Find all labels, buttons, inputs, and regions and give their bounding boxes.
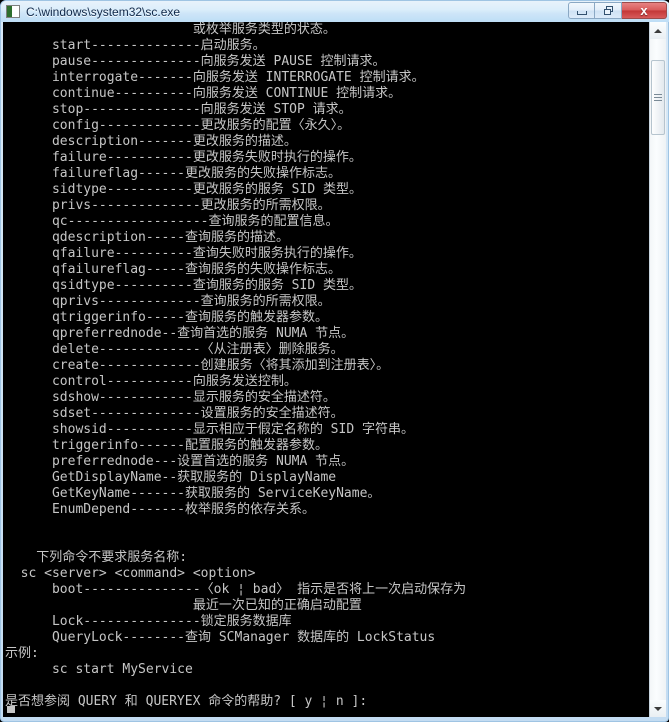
restore-icon — [603, 6, 613, 15]
console-window: C:\windows\system32\sc.exe x 或枚举服务类型的状态。… — [0, 0, 669, 722]
scrollbar-track-lower[interactable] — [650, 135, 666, 700]
restore-button[interactable] — [595, 2, 622, 19]
window-controls: x — [568, 2, 667, 20]
minimize-icon — [576, 11, 587, 15]
scroll-up-button[interactable] — [650, 22, 666, 39]
title-bar[interactable]: C:\windows\system32\sc.exe x — [1, 1, 669, 22]
minimize-button[interactable] — [568, 2, 595, 19]
scrollbar-track-upper[interactable] — [650, 39, 666, 60]
text-cursor — [7, 706, 15, 713]
close-icon: x — [640, 3, 648, 18]
chevron-up-icon — [654, 28, 662, 33]
scrollbar-thumb[interactable] — [651, 60, 665, 135]
console-icon — [6, 5, 20, 18]
grip-icon — [654, 94, 662, 101]
chevron-down-icon — [654, 706, 662, 711]
console-text: 或枚举服务类型的状态。 start--------------启动服务。 pau… — [5, 22, 467, 709]
window-title: C:\windows\system32\sc.exe — [26, 4, 181, 19]
vertical-scrollbar[interactable] — [649, 22, 666, 717]
scroll-down-button[interactable] — [650, 700, 666, 717]
close-button[interactable]: x — [622, 2, 667, 19]
console-output-area[interactable]: 或枚举服务类型的状态。 start--------------启动服务。 pau… — [3, 22, 651, 717]
